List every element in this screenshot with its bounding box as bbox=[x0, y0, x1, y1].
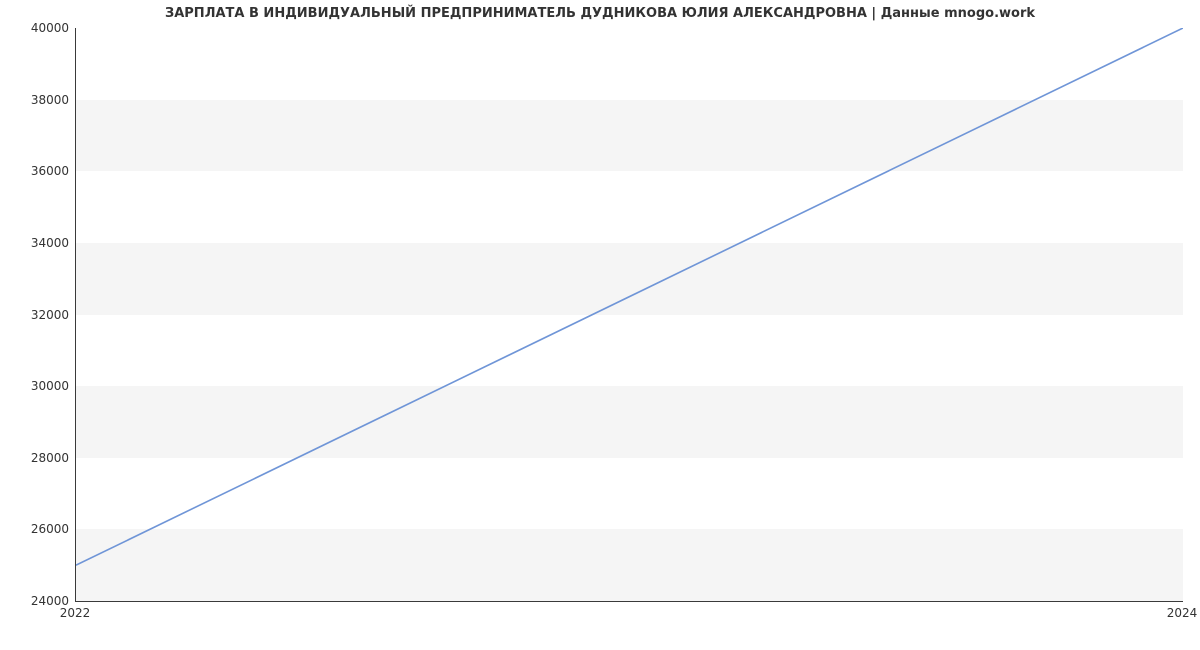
x-tick-label: 2022 bbox=[60, 606, 91, 620]
line-series bbox=[76, 28, 1183, 601]
y-tick-label: 32000 bbox=[0, 308, 75, 322]
y-tick-label: 30000 bbox=[0, 379, 75, 393]
y-tick-label: 40000 bbox=[0, 21, 75, 35]
chart-container: ЗАРПЛАТА В ИНДИВИДУАЛЬНЫЙ ПРЕДПРИНИМАТЕЛ… bbox=[0, 0, 1200, 650]
y-tick-label: 38000 bbox=[0, 93, 75, 107]
series-line bbox=[76, 28, 1183, 565]
chart-title: ЗАРПЛАТА В ИНДИВИДУАЛЬНЫЙ ПРЕДПРИНИМАТЕЛ… bbox=[0, 6, 1200, 21]
x-tick-label: 2024 bbox=[1167, 606, 1198, 620]
y-tick-label: 26000 bbox=[0, 522, 75, 536]
y-tick-label: 28000 bbox=[0, 451, 75, 465]
plot-area bbox=[75, 28, 1183, 602]
y-tick-label: 36000 bbox=[0, 164, 75, 178]
y-tick-label: 34000 bbox=[0, 236, 75, 250]
